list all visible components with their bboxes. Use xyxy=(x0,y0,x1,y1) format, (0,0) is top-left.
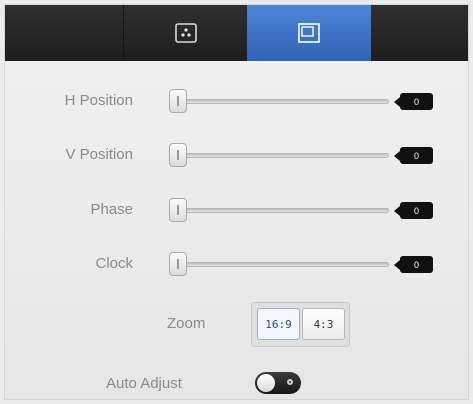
clock-value: 0 xyxy=(394,256,433,273)
phase-slider-track[interactable] xyxy=(171,208,389,213)
clock-slider-track[interactable] xyxy=(171,262,389,267)
h-position-label: H Position xyxy=(64,92,133,109)
auto-adjust-label: Auto Adjust xyxy=(106,375,182,392)
v-position-slider-thumb[interactable] xyxy=(169,143,187,167)
auto-adjust-toggle[interactable] xyxy=(255,372,301,394)
zoom-label: Zoom xyxy=(167,315,206,332)
v-position-slider-track[interactable] xyxy=(171,153,389,158)
v-position-label: V Position xyxy=(65,146,133,163)
zoom-selector: 16:9 4:3 xyxy=(251,302,350,347)
tab-geometry[interactable] xyxy=(247,5,371,61)
v-position-value: 0 xyxy=(394,147,433,164)
phase-slider-thumb[interactable] xyxy=(169,198,187,222)
phase-row: Phase 0 xyxy=(5,192,468,228)
toggle-knob xyxy=(257,374,275,392)
h-position-slider-thumb[interactable] xyxy=(169,89,187,113)
tab-bar xyxy=(5,5,468,61)
picture-settings-icon xyxy=(174,23,197,43)
phase-value: 0 xyxy=(394,202,433,219)
h-position-row: H Position 0 xyxy=(5,83,468,119)
tab-picture[interactable] xyxy=(123,5,247,61)
clock-slider-thumb[interactable] xyxy=(169,252,187,276)
settings-panel: H Position 0 V Position 0 Phase 0 Clock … xyxy=(4,4,469,400)
toggle-off-indicator-icon xyxy=(287,379,293,385)
clock-row: Clock 0 xyxy=(5,246,468,282)
geometry-frame-icon xyxy=(298,23,320,43)
clock-label: Clock xyxy=(95,255,133,272)
v-position-row: V Position 0 xyxy=(5,137,468,173)
zoom-16-9-button[interactable]: 16:9 xyxy=(257,308,300,340)
phase-label: Phase xyxy=(90,201,133,218)
h-position-value: 0 xyxy=(394,93,433,110)
h-position-slider-track[interactable] xyxy=(171,99,389,104)
zoom-4-3-button[interactable]: 4:3 xyxy=(302,308,345,340)
